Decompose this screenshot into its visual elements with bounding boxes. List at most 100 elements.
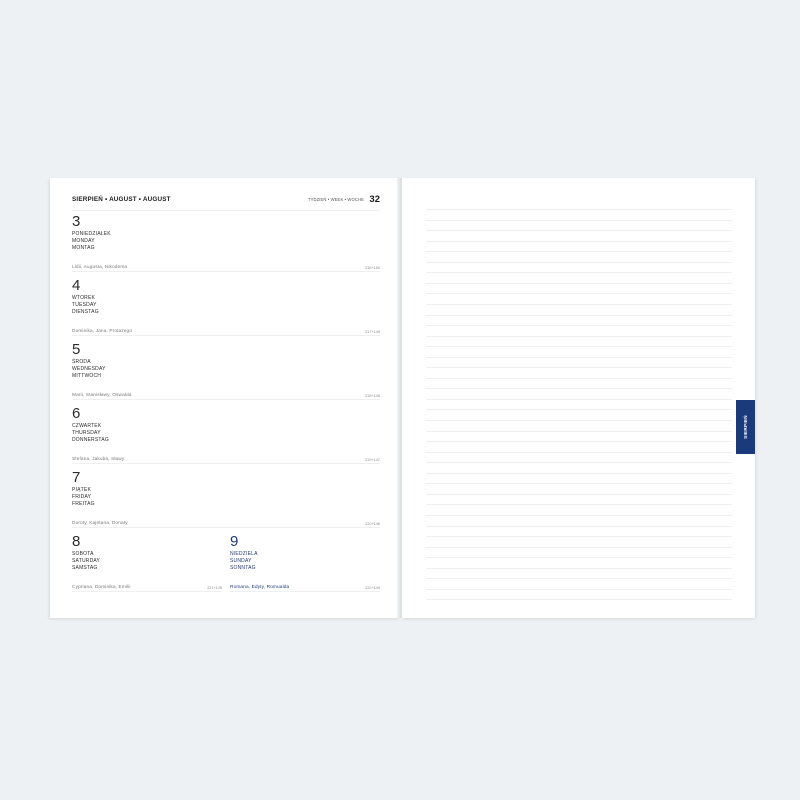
- day-number: 4: [72, 277, 81, 294]
- header-divider: [72, 210, 380, 211]
- page-header: SIERPIEŃ • AUGUST • AUGUST TYDZIEŃ • WEE…: [72, 194, 380, 208]
- day-number: 8: [72, 533, 81, 550]
- ruled-line: [426, 567, 732, 569]
- ruled-line: [426, 367, 732, 369]
- day-names: PONIEDZIAŁEK MONDAY MONTAG: [72, 231, 111, 252]
- ruled-line: [426, 251, 732, 253]
- day-count: 221+145: [207, 586, 222, 590]
- ruled-line: [426, 356, 732, 358]
- month-tab[interactable]: SIERPIEŃ: [736, 400, 755, 454]
- nameday: Marii, Stanisławy, Oswalda: [72, 393, 132, 398]
- day-names: SOBOTA SATURDAY SAMSTAG: [72, 551, 100, 572]
- ruled-line: [426, 578, 732, 580]
- ruled-line: [426, 514, 732, 516]
- day-name-pl: ŚRODA: [72, 359, 91, 365]
- day-number: 3: [72, 213, 81, 230]
- day-name-pl: SOBOTA: [72, 551, 94, 557]
- day-sunday[interactable]: 9 NIEDZIELA SUNDAY SONNTAG Romana, Edyty…: [230, 534, 380, 598]
- ruled-line: [426, 472, 732, 474]
- day-name-en: SATURDAY: [72, 558, 101, 564]
- ruled-line: [426, 335, 732, 337]
- day-wednesday[interactable]: 5 ŚRODA WEDNESDAY MITTWOCH Marii, Stanis…: [72, 342, 380, 406]
- day-name-pl: CZWARTEK: [72, 423, 102, 429]
- ruled-line: [426, 493, 732, 495]
- day-number: 7: [72, 469, 81, 486]
- nameday: Cypriana, Dominika, Emilii: [72, 585, 131, 590]
- day-number: 5: [72, 341, 81, 358]
- day-friday[interactable]: 7 PIĄTEK FRIDAY FREITAG Doroty, Kajetana…: [72, 470, 380, 534]
- ruled-line: [426, 388, 732, 390]
- day-divider: [72, 399, 380, 400]
- ruled-line: [426, 303, 732, 305]
- notes-page[interactable]: [402, 178, 755, 618]
- week-label: TYDZIEŃ • WEEK • WOCHE: [307, 197, 364, 202]
- planner-spread: SIERPIEŃ • AUGUST • AUGUST TYDZIEŃ • WEE…: [50, 178, 755, 618]
- week-number: 32: [369, 194, 380, 205]
- day-name-pl: PIĄTEK: [72, 487, 91, 493]
- nameday: Stefana, Jakuba, Sławy: [72, 457, 125, 462]
- day-name-de: FREITAG: [72, 501, 95, 507]
- day-tuesday[interactable]: 4 WTOREK TUESDAY DIENSTAG Dominika, Jana…: [72, 278, 380, 342]
- day-thursday[interactable]: 6 CZWARTEK THURSDAY DONNERSTAG Stefana, …: [72, 406, 380, 470]
- month-tab-label: SIERPIEŃ: [743, 415, 748, 439]
- ruled-line: [426, 483, 732, 485]
- ruled-line: [426, 219, 732, 221]
- day-name-pl: WTOREK: [72, 295, 96, 301]
- ruled-line: [426, 346, 732, 348]
- day-name-pl: PONIEDZIAŁEK: [72, 231, 111, 237]
- ruled-line: [426, 536, 732, 538]
- day-divider: [72, 463, 380, 464]
- day-name-de: SAMSTAG: [72, 565, 98, 571]
- nameday: Romana, Edyty, Romualda: [230, 585, 290, 590]
- ruled-line: [426, 398, 732, 400]
- day-name-de: MITTWOCH: [72, 373, 102, 379]
- day-name-de: MONTAG: [72, 245, 95, 251]
- day-name-en: SUNDAY: [230, 558, 252, 564]
- ruled-line: [426, 588, 732, 590]
- day-divider: [72, 591, 222, 592]
- nameday: Doroty, Kajetana, Donaty: [72, 521, 128, 526]
- ruled-line: [426, 599, 732, 601]
- ruled-line: [426, 377, 732, 379]
- ruled-line: [426, 420, 732, 421]
- day-count: 217+149: [365, 330, 380, 334]
- day-count: 219+147: [365, 458, 380, 462]
- day-names: ŚRODA WEDNESDAY MITTWOCH: [72, 359, 106, 380]
- day-saturday[interactable]: 8 SOBOTA SATURDAY SAMSTAG Cypriana, Domi…: [72, 534, 222, 598]
- nameday: Dominika, Jana, Protazego: [72, 329, 133, 334]
- ruled-line: [426, 209, 732, 210]
- ruled-line: [426, 261, 732, 263]
- day-name-en: WEDNESDAY: [72, 366, 106, 372]
- ruled-line: [426, 230, 732, 232]
- day-name-en: THURSDAY: [72, 430, 101, 436]
- day-names: CZWARTEK THURSDAY DONNERSTAG: [72, 423, 109, 444]
- ruled-line: [426, 282, 732, 284]
- left-page: SIERPIEŃ • AUGUST • AUGUST TYDZIEŃ • WEE…: [50, 178, 400, 618]
- nameday: Lidii, Augusta, Nikodema: [72, 265, 128, 270]
- day-count: 218+148: [365, 394, 380, 398]
- ruled-line: [426, 462, 732, 464]
- ruled-line: [426, 557, 732, 559]
- day-name-pl: NIEDZIELA: [230, 551, 258, 557]
- day-number: 9: [230, 533, 239, 550]
- day-count: 216+150: [365, 266, 380, 270]
- ruled-line: [426, 546, 732, 548]
- day-count: 220+146: [365, 522, 380, 526]
- ruled-line: [426, 314, 732, 316]
- ruled-line: [426, 293, 732, 295]
- day-divider: [72, 271, 380, 272]
- ruled-line: [426, 441, 732, 443]
- day-names: NIEDZIELA SUNDAY SONNTAG: [230, 551, 258, 572]
- ruled-line: [426, 525, 732, 527]
- day-monday[interactable]: 3 PONIEDZIAŁEK MONDAY MONTAG Lidii, Augu…: [72, 214, 380, 278]
- ruled-line: [426, 504, 732, 506]
- day-name-en: MONDAY: [72, 238, 95, 244]
- day-count: 222+144: [365, 586, 380, 590]
- day-name-de: DONNERSTAG: [72, 437, 109, 443]
- day-name-en: FRIDAY: [72, 494, 92, 500]
- day-names: WTOREK TUESDAY DIENSTAG: [72, 295, 99, 316]
- ruled-line: [426, 430, 732, 432]
- day-names: PIĄTEK FRIDAY FREITAG: [72, 487, 95, 508]
- day-divider: [230, 591, 380, 592]
- day-name-en: TUESDAY: [72, 302, 97, 308]
